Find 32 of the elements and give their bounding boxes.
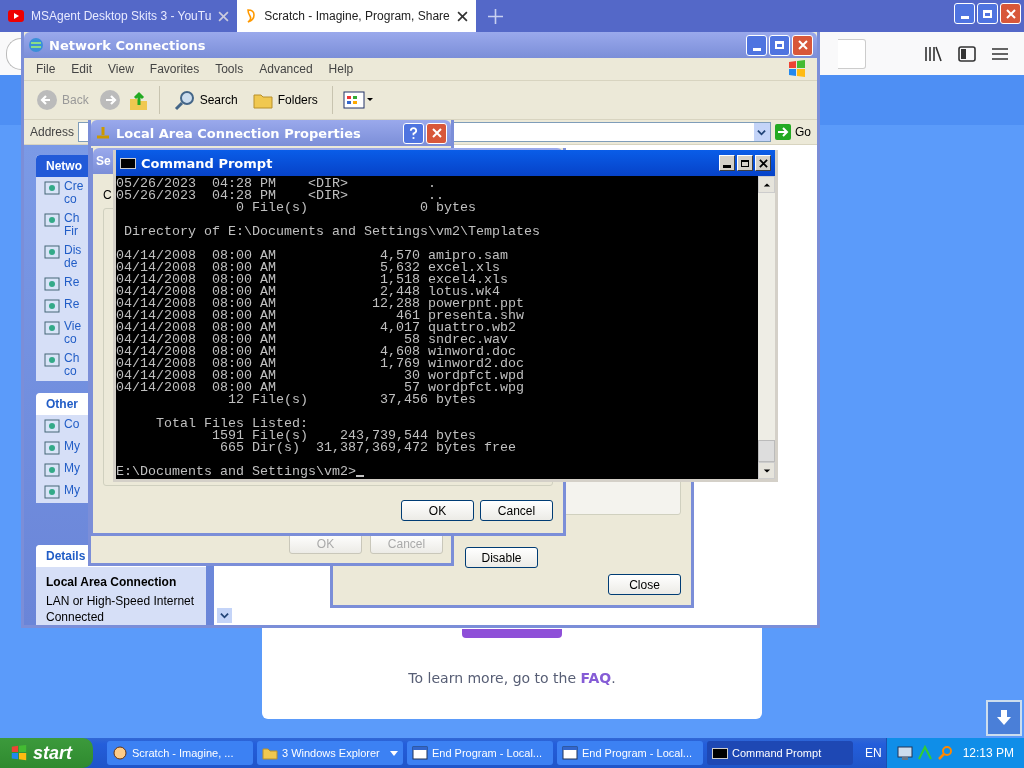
console-line: 0 File(s) 0 bytes [234,202,477,214]
console-prompt: E:\Documents and Settings\vm2> [116,466,356,478]
group-label: C [103,188,112,202]
console-line: 12 File(s) 37,456 bytes [226,394,476,406]
connection-name: Local Area Connection [46,575,178,589]
console-line: 1591 File(s) 243,739,544 bytes [210,430,477,442]
console-line: 04/14/2008 08:00 AM 30 wordpfct.wpd [116,370,525,382]
window-title: Command Prompt [141,155,273,171]
console-line: 04/14/2008 08:00 AM 58 sndrec.wav [116,334,508,346]
dialog-title: Local Area Connection Properties [116,125,361,141]
connection-detail: Connected [46,609,106,625]
console-line: 04/14/2008 08:00 AM 12,288 powerpnt.ppt [116,298,525,310]
console-line: 04/14/2008 08:00 AM 5,632 excel.xls [116,262,500,274]
faq-note: To learn more, go to the FAQ. [408,670,616,686]
window-title: Network Connections [49,37,206,53]
console-line: Total Files Listed: [155,418,309,430]
console-line: 04/14/2008 08:00 AM 4,608 winword.doc [116,346,516,358]
console-line: 05/26/2023 04:28 PM <DIR> .. [116,190,444,202]
connection-detail: LAN or High-Speed Internet [46,593,196,609]
console-line: 04/14/2008 08:00 AM 1,518 excel4.xls [116,274,509,286]
console-line: Directory of E:\Documents and Settings\vm2\Templates [123,226,541,238]
dialog-title: Se [96,154,111,168]
console-line: 665 Dir(s) 31,387,369,472 bytes free [218,442,517,454]
console-line: 04/14/2008 08:00 AM 461 presenta.shw [116,310,525,322]
clock: 12:13 PM [962,746,1014,760]
console-line: 05/26/2023 04:28 PM <DIR> . [116,178,437,190]
console-line: 04/14/2008 08:00 AM 57 wordpfct.wpg [116,382,525,394]
console-line: 04/14/2008 08:00 AM 2,448 lotus.wk4 [116,286,500,298]
console-line: 04/14/2008 08:00 AM 4,017 quattro.wb2 [116,322,516,334]
console-line: 04/14/2008 08:00 AM 4,570 amipro.sam [116,250,509,262]
console-line: 04/14/2008 08:00 AM 1,769 winword2.doc [116,358,525,370]
address-label: Address [30,125,75,139]
